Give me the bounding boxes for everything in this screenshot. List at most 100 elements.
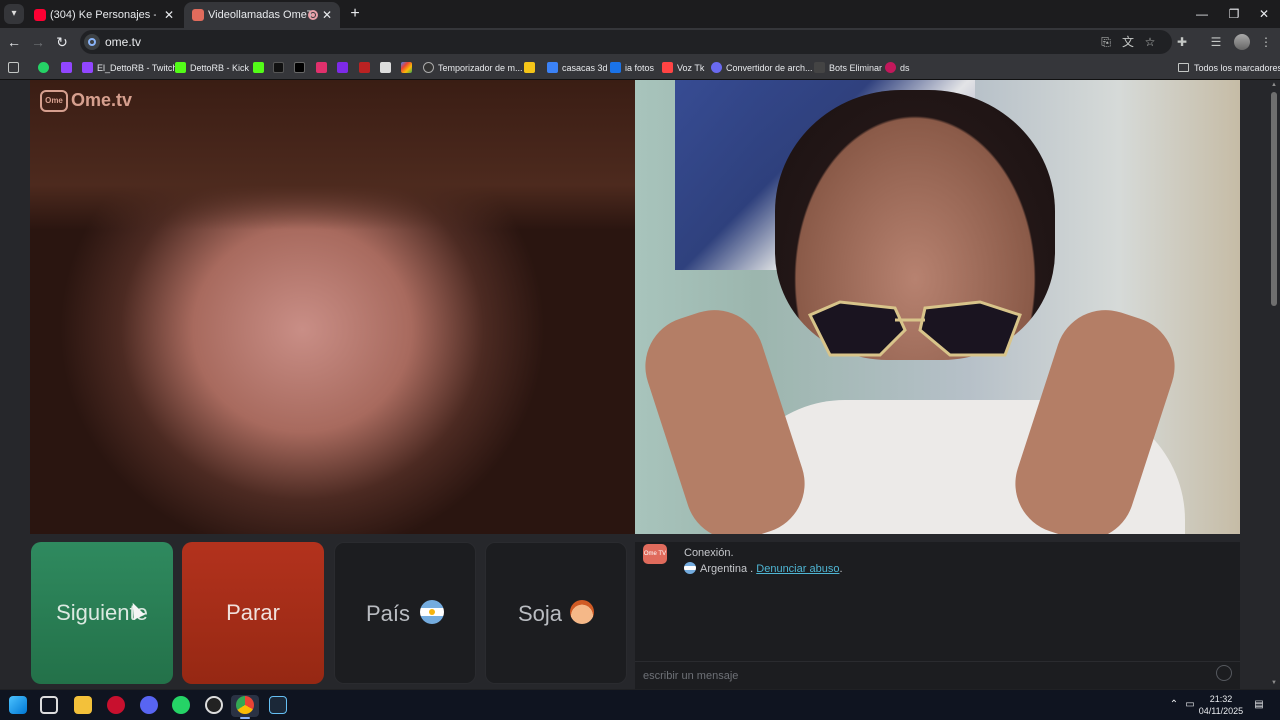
ds-icon: [885, 62, 896, 73]
person-emoji-icon: [570, 600, 595, 624]
x-icon[interactable]: [294, 62, 305, 73]
bookmark-ds[interactable]: ds: [885, 59, 910, 77]
ometv-chat-logo-icon: Ome TV: [643, 544, 667, 564]
whatsapp-icon[interactable]: [38, 62, 49, 73]
scroll-down-icon[interactable]: ▼: [1270, 680, 1278, 686]
bookmark-red-icon[interactable]: [359, 62, 370, 73]
argentina-flag-icon: [420, 600, 445, 624]
gender-button-label: Soja: [517, 601, 563, 626]
close-icon[interactable]: ✕: [320, 2, 334, 28]
install-app-icon[interactable]: ⎘: [1098, 34, 1114, 50]
windows-taskbar: ⌃ ▭ 21:32 04/11/2025 ▤: [0, 690, 1280, 720]
bookmarks-bar: El_DettoRB - Twitch DettoRB - Kick Tempo…: [0, 56, 1280, 80]
all-bookmarks-button[interactable]: Todos los marcadores: [1178, 59, 1280, 77]
stop-button-label: Parar: [226, 600, 280, 625]
chat-panel: Ome TV Conexión. Argentina . Denunciar a…: [635, 542, 1240, 689]
site-info-icon[interactable]: [84, 34, 100, 50]
tv-icon: Ome: [40, 90, 68, 113]
report-period: .: [839, 563, 843, 575]
minimize-button[interactable]: —: [1190, 4, 1214, 24]
menu-icon[interactable]: ⋮: [1258, 34, 1274, 50]
tab-youtube[interactable]: (304) Ke Personajes - My Immo ✕: [26, 2, 182, 28]
active-app-indicator: [240, 717, 250, 719]
country-button-label: País: [365, 601, 411, 626]
ia-icon: [610, 62, 621, 73]
ometv-logo: Ome Ome.tv: [40, 87, 132, 113]
extensions-icon[interactable]: ✚: [1174, 34, 1190, 50]
ometv-icon: [192, 9, 204, 21]
chat-status: Conexión.: [684, 547, 734, 559]
app-red-icon[interactable]: [107, 696, 125, 714]
chrome-icon[interactable]: [236, 696, 254, 714]
tab-search-button[interactable]: ▾: [4, 4, 24, 24]
task-view-icon[interactable]: [40, 696, 58, 714]
media-control-icon[interactable]: ☰: [1208, 34, 1224, 50]
chat-country-line: Argentina . Denunciar abuso.: [684, 562, 843, 575]
translate-icon[interactable]: 文: [1120, 34, 1136, 50]
bookmark-ia-fotos[interactable]: ia fotos: [610, 59, 654, 77]
folder-icon: [1178, 63, 1189, 72]
apps-icon[interactable]: [8, 62, 19, 73]
discord-icon[interactable]: [140, 696, 158, 714]
next-button[interactable]: Siguiente: [31, 542, 173, 684]
steam-icon[interactable]: [269, 696, 287, 714]
tiktok-icon[interactable]: [273, 62, 284, 73]
recording-icon: [308, 10, 318, 20]
close-icon[interactable]: ✕: [162, 2, 176, 28]
canva-icon[interactable]: [337, 62, 348, 73]
stop-button[interactable]: Parar: [182, 542, 324, 684]
tab-title: (304) Ke Personajes - My Immo: [50, 9, 156, 21]
windows-start-icon[interactable]: [9, 696, 27, 714]
bot-icon: [814, 62, 825, 73]
taskbar-clock[interactable]: 21:32 04/11/2025: [1196, 693, 1246, 717]
kick-icon: [175, 62, 186, 73]
obs-icon[interactable]: [205, 696, 223, 714]
new-tab-button[interactable]: +: [346, 4, 364, 24]
chat-country: Argentina .: [700, 563, 754, 575]
stranger-video: [30, 80, 635, 534]
forward-button[interactable]: →: [28, 32, 48, 52]
voice-icon: [662, 62, 673, 73]
restore-button[interactable]: ❐: [1222, 4, 1246, 24]
instagram-icon[interactable]: [316, 62, 327, 73]
gender-button[interactable]: Soja: [485, 542, 627, 684]
bookmark-kick[interactable]: DettoRB - Kick: [175, 59, 249, 77]
timer-icon: [423, 62, 434, 73]
google-icon[interactable]: [401, 62, 412, 73]
browser-toolbar: ← → ↻ ome.tv ⎘ 文 ☆ ✚ ☰ ⋮: [0, 28, 1280, 56]
puzzle-icon[interactable]: [380, 62, 391, 73]
message-input[interactable]: [635, 661, 1240, 689]
tab-ometv[interactable]: Videollamadas OmeTV — A ✕: [184, 2, 340, 28]
twitch-icon[interactable]: [61, 62, 72, 73]
bookmark-casacas[interactable]: casacas 3d: [547, 59, 608, 77]
reload-button[interactable]: ↻: [52, 32, 72, 52]
scroll-thumb[interactable]: [1271, 92, 1277, 306]
network-icon[interactable]: ▭: [1183, 698, 1197, 712]
close-window-button[interactable]: ✕: [1252, 4, 1276, 24]
bookmark-bots[interactable]: Bots Eliminar: [814, 59, 882, 77]
image-icon: [547, 62, 558, 73]
bookmark-converter[interactable]: Convertidor de arch...: [711, 59, 813, 77]
scroll-up-icon[interactable]: ▲: [1270, 82, 1278, 88]
report-abuse-link[interactable]: Denunciar abuso: [756, 563, 839, 575]
url-text[interactable]: ome.tv: [105, 30, 141, 54]
bookmark-star-icon[interactable]: ☆: [1142, 34, 1158, 50]
whatsapp-taskbar-icon[interactable]: [172, 696, 190, 714]
bookmark-timer[interactable]: Temporizador de m...: [423, 59, 523, 77]
bookmark-twitch[interactable]: El_DettoRB - Twitch: [82, 59, 177, 77]
tab-strip: ▾ (304) Ke Personajes - My Immo ✕ Videol…: [0, 0, 1280, 28]
file-explorer-icon[interactable]: [74, 696, 92, 714]
imdb-icon[interactable]: [524, 62, 535, 73]
country-button[interactable]: País: [334, 542, 476, 684]
emoji-picker-icon[interactable]: [1216, 665, 1232, 681]
tray-expand-icon[interactable]: ⌃: [1167, 698, 1181, 712]
self-video: [635, 80, 1240, 534]
tab-title: Videollamadas OmeTV — A: [208, 9, 314, 21]
page-scrollbar[interactable]: ▲ ▼: [1268, 80, 1280, 689]
profile-avatar[interactable]: [1234, 34, 1250, 50]
back-button[interactable]: ←: [4, 32, 24, 52]
notification-icon[interactable]: ▤: [1252, 698, 1266, 712]
address-bar[interactable]: ome.tv ⎘ 文 ☆: [80, 30, 1172, 54]
bookmark-voz-tk[interactable]: Voz Tk: [662, 59, 704, 77]
kick-icon[interactable]: [253, 62, 264, 73]
